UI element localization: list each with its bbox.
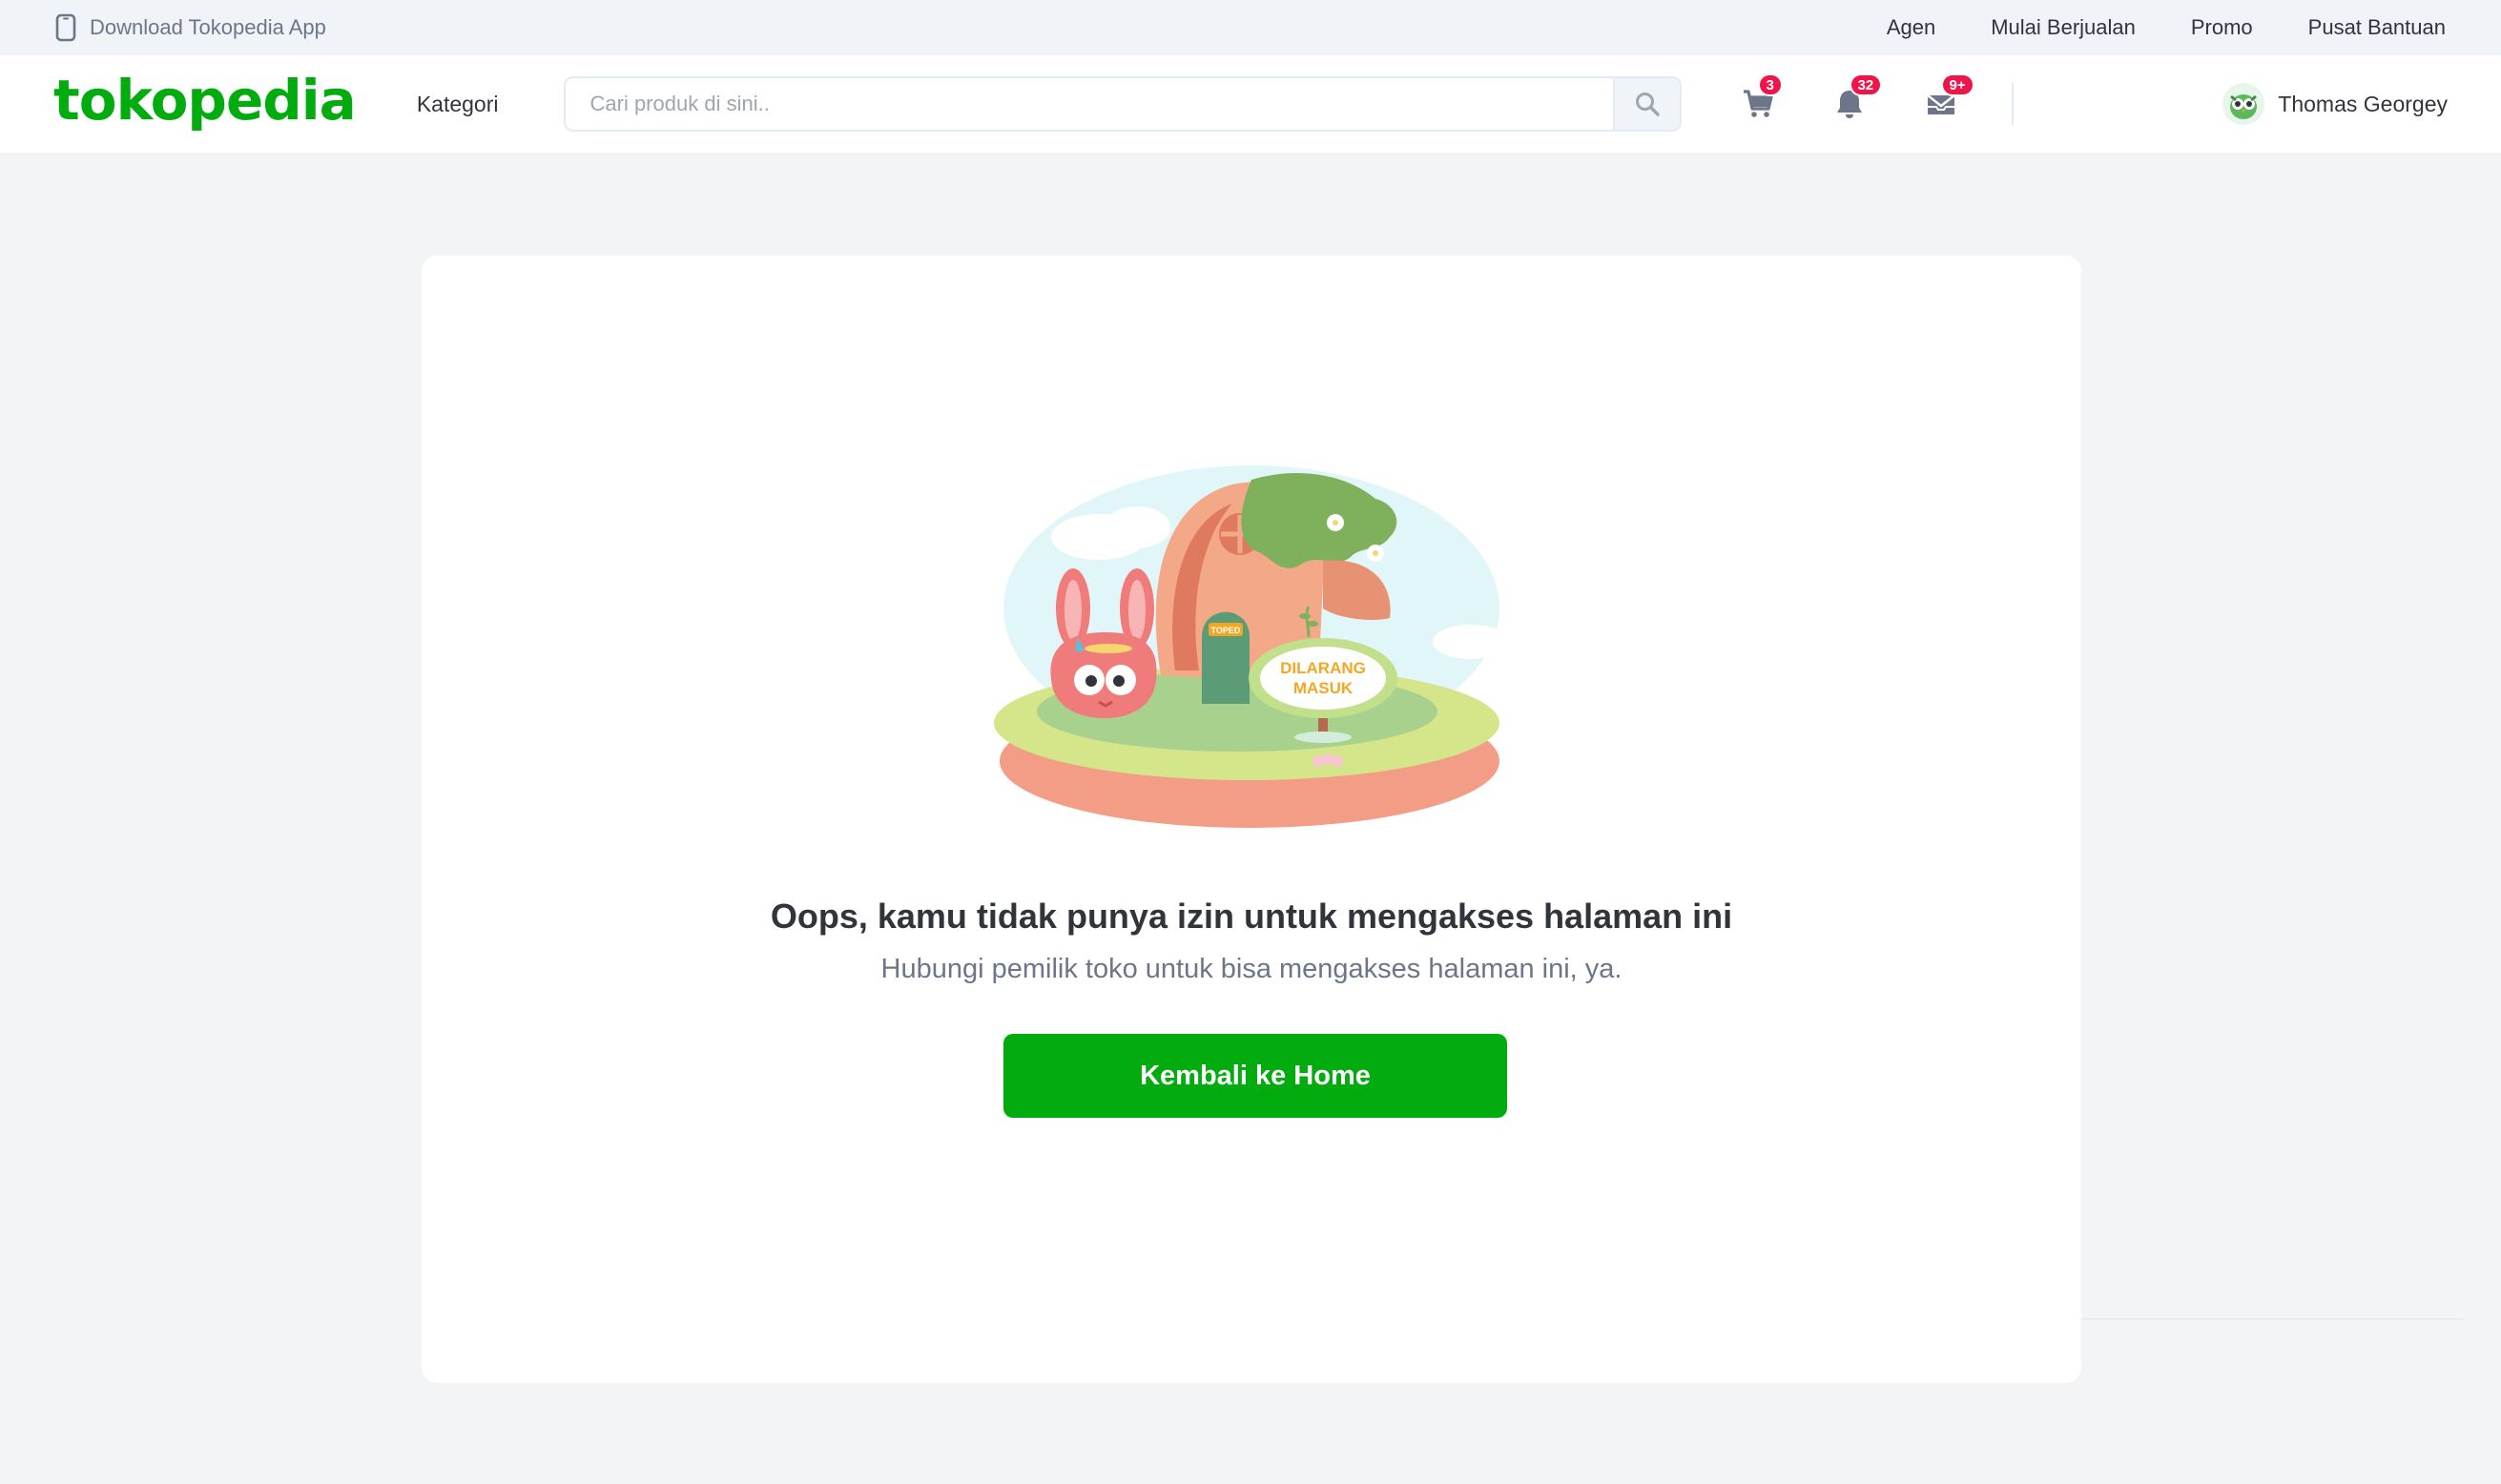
phone-icon bbox=[55, 13, 76, 42]
inbox-button[interactable]: 9+ bbox=[1920, 73, 1974, 125]
download-app-label: Download Tokopedia App bbox=[90, 15, 326, 39]
search-icon bbox=[1635, 93, 1660, 116]
search-button[interactable] bbox=[1612, 78, 1680, 130]
owl-avatar-icon bbox=[2222, 83, 2265, 125]
topbar-link-pusat-bantuan[interactable]: Pusat Bantuan bbox=[2308, 15, 2446, 40]
user-menu[interactable]: Thomas Georgey bbox=[2222, 83, 2448, 125]
notification-button[interactable]: 32 bbox=[1829, 73, 1883, 125]
user-name: Thomas Georgey bbox=[2278, 91, 2448, 116]
forbidden-card: TOPED DILARANG MASUK Oops, kamu tidak pu… bbox=[422, 256, 2081, 1383]
inbox-badge: 9+ bbox=[1940, 73, 1974, 96]
cart-badge: 3 bbox=[1757, 73, 1783, 96]
side-divider-line bbox=[2081, 1318, 2463, 1320]
topbar-link-agen[interactable]: Agen bbox=[1887, 15, 1935, 40]
cart-button[interactable]: 3 bbox=[1737, 73, 1783, 125]
notification-badge: 32 bbox=[1849, 73, 1883, 96]
door-label: TOPED bbox=[1211, 626, 1241, 635]
header-divider bbox=[2011, 83, 2014, 125]
forbidden-house-illustration: TOPED DILARANG MASUK bbox=[994, 465, 1509, 828]
kategori-menu[interactable]: Kategori bbox=[417, 92, 499, 117]
avatar bbox=[2222, 83, 2265, 125]
sign-line-1: DILARANG bbox=[1280, 659, 1366, 677]
top-utility-bar: Download Tokopedia App Agen Mulai Berjua… bbox=[0, 0, 2501, 55]
search-bar bbox=[563, 76, 1682, 132]
sign-line-2: MASUK bbox=[1293, 679, 1354, 697]
search-input[interactable] bbox=[565, 78, 1613, 130]
topbar-link-mulai-berjualan[interactable]: Mulai Berjualan bbox=[1991, 15, 2136, 40]
page-subtitle: Hubungi pemilik toko untuk bisa mengakse… bbox=[880, 954, 1623, 984]
back-to-home-button[interactable]: Kembali ke Home bbox=[1003, 1034, 1507, 1118]
page-title: Oops, kamu tidak punya izin untuk mengak… bbox=[770, 897, 1733, 936]
main-header: tokopedia Kategori 3 32 bbox=[0, 55, 2501, 153]
download-app-link[interactable]: Download Tokopedia App bbox=[55, 13, 326, 42]
topbar-link-promo[interactable]: Promo bbox=[2191, 15, 2253, 40]
tokopedia-logo[interactable]: tokopedia bbox=[53, 72, 357, 128]
